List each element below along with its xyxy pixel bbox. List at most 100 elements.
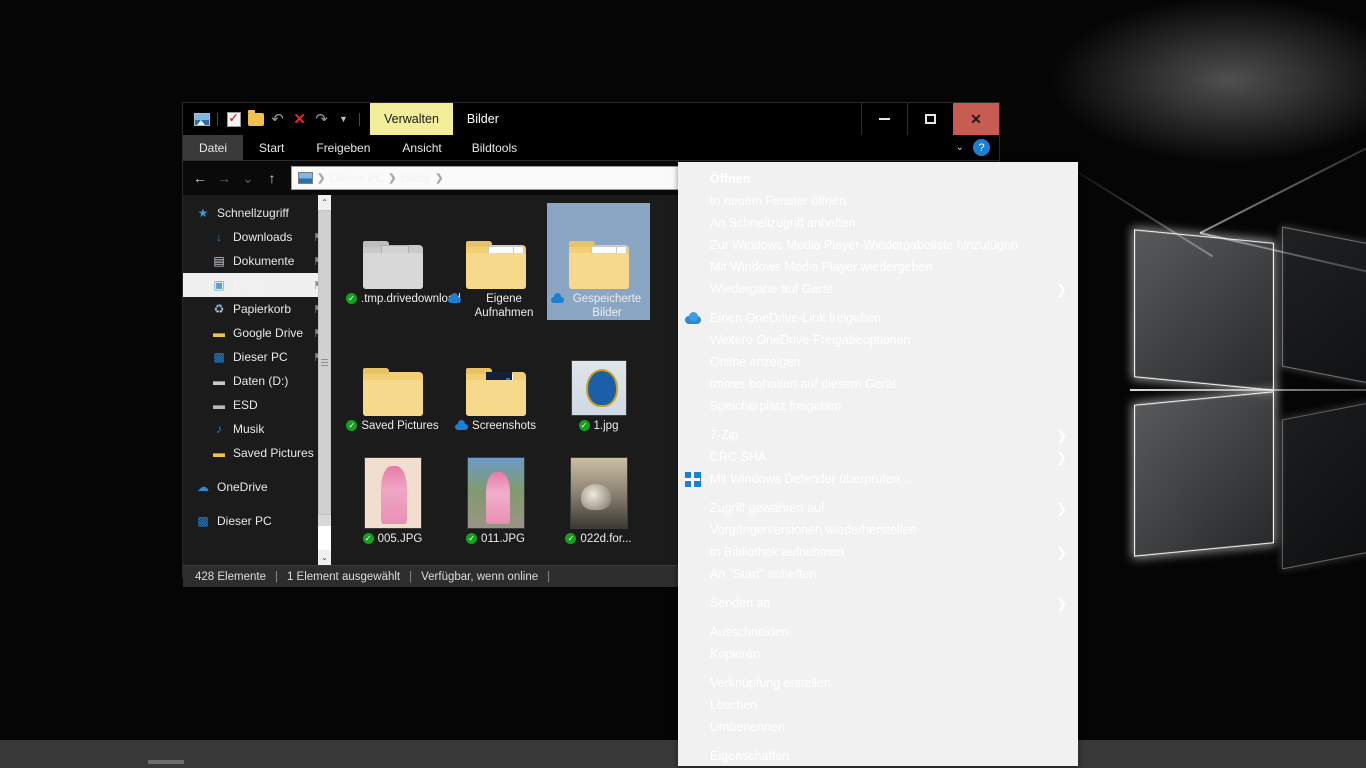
- sidebar-item-label: Dokumente: [233, 254, 295, 268]
- properties-icon[interactable]: [225, 111, 242, 128]
- taskbar-active-item[interactable]: [148, 760, 184, 764]
- tab-bildtools[interactable]: Bildtools: [458, 135, 531, 160]
- folder-icon: ▬: [213, 446, 225, 460]
- context-menu[interactable]: Öffnen In neuem Fenster öffnen An Schnellz…: [678, 162, 1078, 766]
- onedrive-cloud-icon: [685, 311, 701, 326]
- sidebar-item-esd[interactable]: ▬ ESD: [183, 393, 331, 417]
- menu-item[interactable]: Weitere OneDrive-Freigabeoptionen: [678, 329, 1078, 351]
- breadcrumb-item-bilder[interactable]: Bilder: [400, 171, 431, 185]
- menu-item[interactable]: Umbenennen: [678, 716, 1078, 738]
- scrollbar-grip-icon: [321, 359, 328, 366]
- sidebar-item-dokumente[interactable]: ▤ Dokumente ⚑: [183, 249, 331, 273]
- navigation-pane: ★ Schnellzugriff ↓ Downloads ⚑ ▤ Dokumen…: [183, 195, 331, 565]
- file-item-selected[interactable]: Gespeicherte Bilder: [547, 203, 650, 320]
- sidebar-item-saved-pictures[interactable]: ▬ Saved Pictures: [183, 441, 331, 465]
- file-item[interactable]: ✓ .tmp.drivedownload: [341, 203, 461, 320]
- menu-item[interactable]: Vorgängerversionen wiederherstellen: [678, 519, 1078, 541]
- ribbon-tab-bar: Datei Start Freigeben Ansicht Bildtools …: [183, 135, 999, 161]
- menu-item[interactable]: 7-Zip ❯: [678, 424, 1078, 446]
- menu-item[interactable]: Kopieren: [678, 643, 1078, 665]
- contextual-tab-verwalten[interactable]: Verwalten: [370, 103, 453, 135]
- menu-item[interactable]: Speicherplatz freigeben: [678, 395, 1078, 417]
- sidebar-item-label: Schnellzugriff: [217, 206, 289, 220]
- sidebar-item-papierkorb[interactable]: ♻ Papierkorb ⚑: [183, 297, 331, 321]
- menu-item[interactable]: An "Start" anheften: [678, 563, 1078, 585]
- menu-separator: [678, 300, 1078, 307]
- file-thumbnail: [569, 447, 628, 529]
- menu-item[interactable]: Senden an ❯: [678, 592, 1078, 614]
- back-icon[interactable]: ←: [189, 167, 211, 189]
- menu-item[interactable]: Wiedergabe auf Gerät ❯: [678, 278, 1078, 300]
- sidebar-item-bilder[interactable]: ▣ Bilder ⚑: [183, 273, 331, 297]
- menu-item[interactable]: Zur Windows Media Player-Wiedergabeliste…: [678, 234, 1078, 256]
- breadcrumb-item-dieser-pc[interactable]: Dieser PC: [329, 171, 384, 185]
- check-badge-icon: ✓: [362, 533, 374, 544]
- file-item[interactable]: ✓ 005.JPG: [341, 443, 444, 546]
- menu-item[interactable]: Löschen: [678, 694, 1078, 716]
- maximize-button[interactable]: [907, 103, 953, 135]
- menu-item[interactable]: Mit Windows Media Player wiedergeben: [678, 256, 1078, 278]
- menu-item-label: Löschen: [710, 698, 758, 712]
- forward-icon[interactable]: →: [213, 167, 235, 189]
- menu-item[interactable]: Ausschneiden: [678, 621, 1078, 643]
- menu-item[interactable]: Zugriff gewähren auf ❯: [678, 497, 1078, 519]
- redo-icon[interactable]: ↷: [313, 111, 330, 128]
- scroll-up-icon[interactable]: ⌃: [318, 195, 331, 210]
- menu-item[interactable]: Online anzeigen: [678, 351, 1078, 373]
- file-item[interactable]: Eigene Aufnahmen: [444, 203, 547, 320]
- menu-item[interactable]: CRC SHA ❯: [678, 446, 1078, 468]
- menu-item[interactable]: In neuem Fenster öffnen: [678, 190, 1078, 212]
- menu-item-label: Verknüpfung erstellen: [710, 676, 831, 690]
- undo-icon[interactable]: ↶: [269, 111, 286, 128]
- help-icon[interactable]: ?: [973, 139, 990, 156]
- menu-item[interactable]: In Bibliothek aufnehmen ❯: [678, 541, 1078, 563]
- chevron-down-icon[interactable]: ⌄: [956, 142, 964, 153]
- menu-item[interactable]: Mit Windows Defender überprüfen...: [678, 468, 1078, 490]
- menu-item[interactable]: Öffnen: [678, 168, 1078, 190]
- menu-item-label: CRC SHA: [710, 450, 767, 464]
- computer-icon: ▩: [197, 514, 209, 528]
- sidebar-item-musik[interactable]: ♪ Musik: [183, 417, 331, 441]
- menu-item[interactable]: Eigenschaften: [678, 745, 1078, 767]
- up-icon[interactable]: ↑: [261, 167, 283, 189]
- sidebar-item-schnellzugriff[interactable]: ★ Schnellzugriff: [183, 201, 331, 225]
- recent-locations-icon[interactable]: ⌄: [237, 167, 259, 189]
- menu-item[interactable]: Einen OneDrive-Link freigeben: [678, 307, 1078, 329]
- delete-icon[interactable]: ✕: [291, 111, 308, 128]
- file-item[interactable]: ✓ Saved Pictures: [341, 330, 444, 433]
- sidebar-item-onedrive[interactable]: ☁ OneDrive: [183, 475, 331, 499]
- sidebar-item-dieser-pc[interactable]: ▩ Dieser PC: [183, 509, 331, 533]
- sidebar-item-google-drive[interactable]: ▬ Google Drive ⚑: [183, 321, 331, 345]
- drive-icon: ▬: [213, 398, 225, 412]
- scrollbar-track[interactable]: [318, 210, 331, 526]
- tab-ansicht[interactable]: Ansicht: [386, 135, 457, 160]
- tab-datei[interactable]: Datei: [183, 135, 244, 160]
- navigation-pane-scrollbar[interactable]: ⌃ ⌄: [318, 195, 331, 565]
- picture-properties-icon[interactable]: [193, 111, 210, 128]
- sidebar-item-downloads[interactable]: ↓ Downloads ⚑: [183, 225, 331, 249]
- file-item[interactable]: ✓ 011.JPG: [444, 443, 547, 546]
- download-icon: ↓: [216, 230, 222, 244]
- menu-item-label: Wiedergabe auf Gerät: [710, 282, 833, 296]
- tab-start[interactable]: Start: [243, 135, 300, 160]
- drive-icon: ▬: [213, 374, 225, 388]
- file-item[interactable]: ✓ 1.jpg: [547, 330, 650, 433]
- scroll-down-icon[interactable]: ⌄: [318, 550, 331, 565]
- chevron-right-icon: ❯: [1056, 450, 1067, 465]
- sidebar-item-daten-d[interactable]: ▬ Daten (D:): [183, 369, 331, 393]
- file-thumbnail: [568, 207, 629, 289]
- close-button[interactable]: ✕: [953, 103, 999, 135]
- menu-item[interactable]: Immer behalten auf diesem Gerät: [678, 373, 1078, 395]
- minimize-button[interactable]: [861, 103, 907, 135]
- document-icon: ▤: [213, 254, 225, 268]
- file-item[interactable]: Screenshots: [444, 330, 547, 433]
- customize-qat-icon[interactable]: ▼: [335, 111, 352, 128]
- tab-freigeben[interactable]: Freigeben: [300, 135, 386, 160]
- file-item[interactable]: ✓ 022d.for...: [547, 443, 650, 546]
- menu-item[interactable]: An Schnellzugriff anheften: [678, 212, 1078, 234]
- sidebar-item-dieser-pc-pinned[interactable]: ▩ Dieser PC ⚑: [183, 345, 331, 369]
- new-folder-icon[interactable]: [247, 109, 264, 128]
- scrollbar-thumb[interactable]: [318, 210, 331, 515]
- menu-item[interactable]: Verknüpfung erstellen: [678, 672, 1078, 694]
- title-bar: ↶ ✕ ↷ ▼ Verwalten Bilder ✕: [183, 103, 999, 135]
